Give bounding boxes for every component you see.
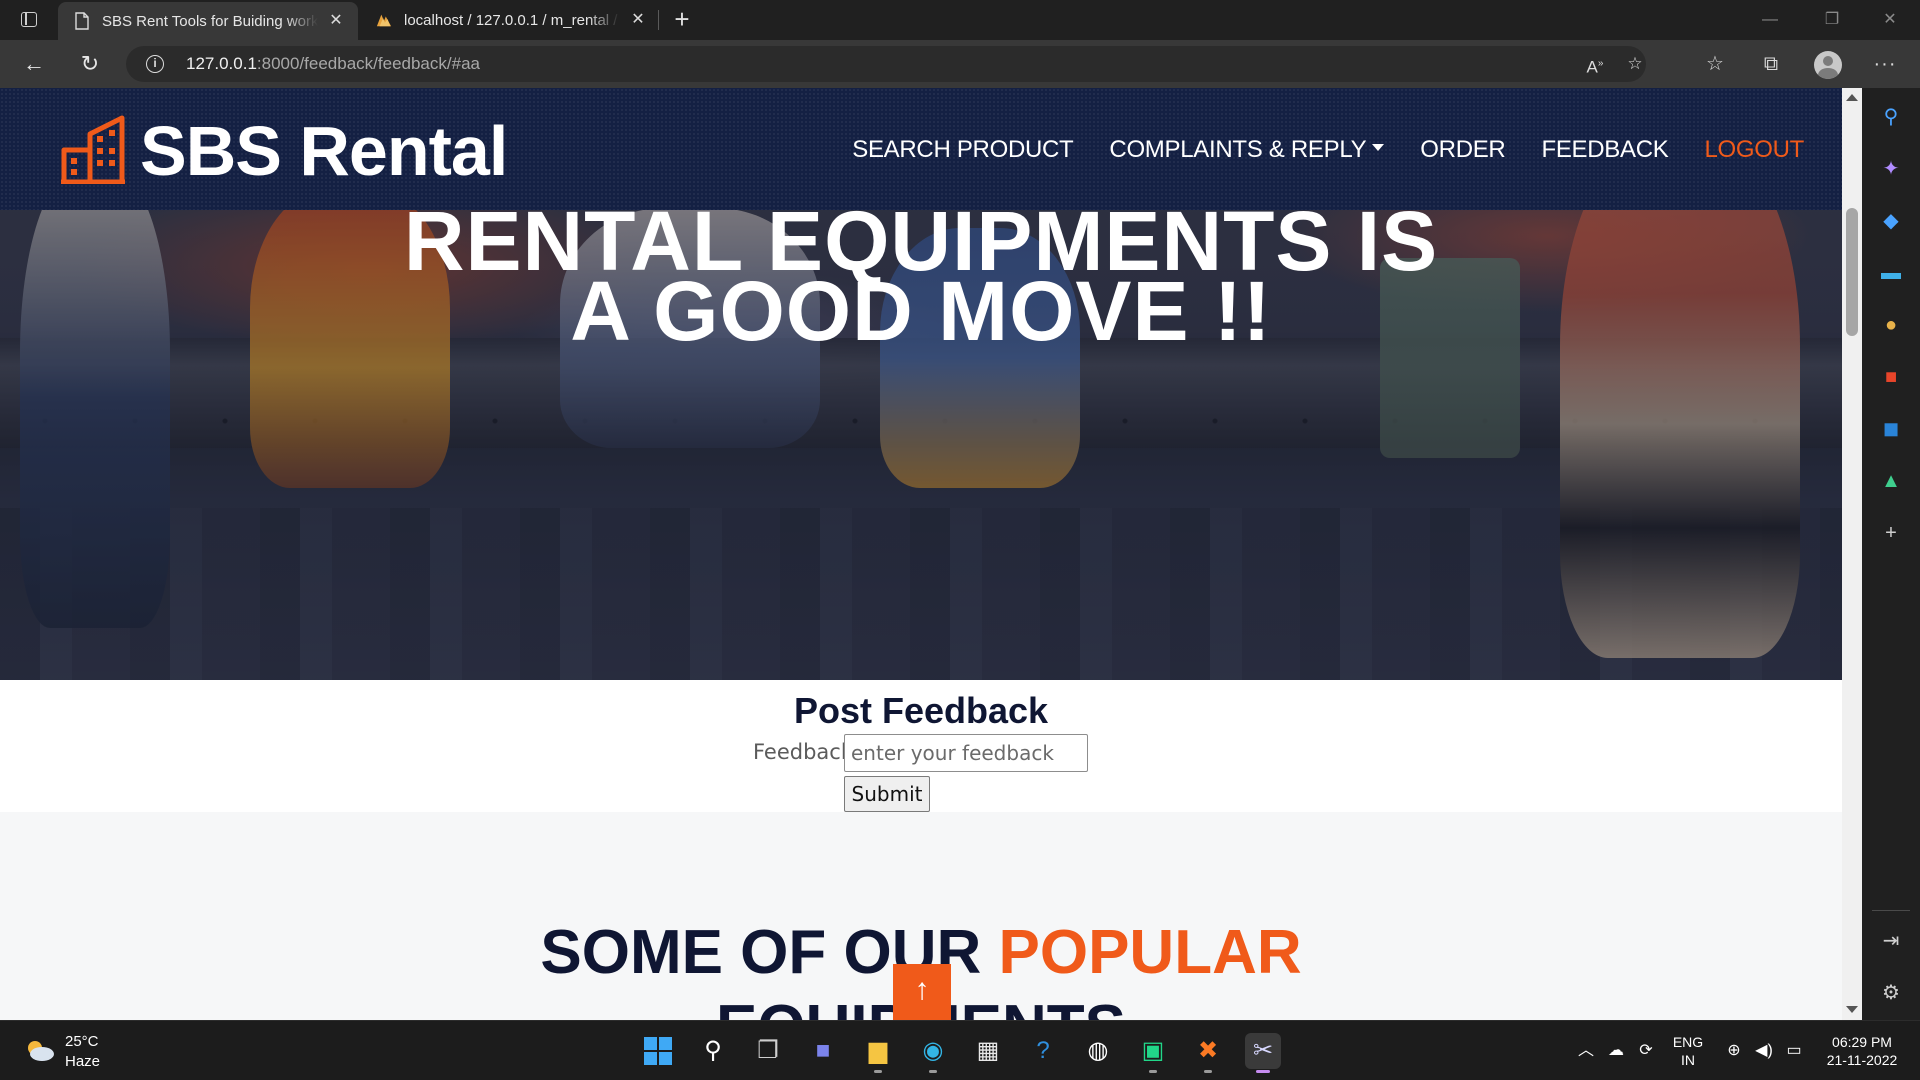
tab-actions-icon[interactable] bbox=[18, 9, 40, 31]
settings-gear-icon[interactable]: ⚙ bbox=[1876, 978, 1906, 1008]
tools-briefcase-icon[interactable]: ▬ bbox=[1876, 258, 1906, 288]
back-to-top-button[interactable]: ↑ bbox=[893, 964, 951, 1020]
close-tab-icon[interactable]: ✕ bbox=[324, 9, 348, 33]
add-icon[interactable]: + bbox=[1876, 518, 1906, 548]
close-tab-icon[interactable]: ✕ bbox=[626, 8, 650, 32]
close-window-icon[interactable]: ✕ bbox=[1870, 6, 1910, 34]
submit-button[interactable]: Submit bbox=[844, 776, 930, 812]
pycharm-icon[interactable]: ▣ bbox=[1135, 1033, 1171, 1073]
nav-order[interactable]: ORDER bbox=[1402, 134, 1523, 166]
main-nav: SEARCH PRODUCT COMPLAINTS & REPLY ORDER … bbox=[834, 134, 1822, 166]
site-header: SBS Rental SEARCH PRODUCT COMPLAINTS & R… bbox=[0, 88, 1842, 210]
minimize-icon[interactable]: — bbox=[1750, 6, 1790, 34]
network-globe-icon[interactable]: ⊕ bbox=[1722, 1039, 1746, 1063]
building-logo-icon bbox=[61, 115, 125, 184]
windows-start-icon[interactable] bbox=[640, 1033, 676, 1069]
weather-description[interactable]: Haze bbox=[65, 1053, 100, 1070]
github-icon[interactable]: ◍ bbox=[1080, 1033, 1116, 1069]
task-view-icon[interactable]: ❐ bbox=[750, 1033, 786, 1069]
shopping-tag-icon[interactable]: ◆ bbox=[1876, 206, 1906, 236]
language-region[interactable]: IN bbox=[1668, 1051, 1708, 1069]
nav-feedback[interactable]: FEEDBACK bbox=[1523, 134, 1686, 166]
file-explorer-icon[interactable]: ▆ bbox=[860, 1033, 896, 1073]
language-code[interactable]: ENG bbox=[1668, 1033, 1708, 1051]
tab-separator bbox=[658, 10, 659, 30]
games-icon[interactable]: ● bbox=[1876, 310, 1906, 340]
restore-icon[interactable]: ❐ bbox=[1812, 6, 1852, 34]
back-arrow-icon[interactable]: ← bbox=[18, 50, 50, 78]
page-scrollbar[interactable] bbox=[1842, 88, 1862, 1020]
url-text[interactable]: 127.0.0.1:8000/feedback/feedback/#aa bbox=[186, 54, 480, 74]
feedback-title: Post Feedback bbox=[793, 690, 1049, 731]
snipping-tool-icon[interactable]: ✂ bbox=[1245, 1033, 1281, 1073]
running-indicator bbox=[1149, 1070, 1157, 1073]
xampp-icon[interactable]: ✖ bbox=[1190, 1033, 1226, 1073]
collections-icon[interactable]: ⧉ bbox=[1756, 50, 1786, 78]
refresh-icon[interactable]: ↻ bbox=[74, 50, 106, 78]
caret-down-icon bbox=[1372, 144, 1385, 152]
sidebar-divider bbox=[1872, 910, 1910, 911]
phpmyadmin-icon bbox=[376, 14, 392, 27]
brand-name[interactable]: SBS Rental bbox=[140, 112, 508, 190]
weather-haze-icon bbox=[28, 1041, 54, 1061]
copilot-icon[interactable]: ✦ bbox=[1876, 154, 1906, 184]
profile-avatar[interactable] bbox=[1814, 51, 1842, 79]
nav-logout[interactable]: LOGOUT bbox=[1686, 134, 1822, 166]
sync-icon[interactable]: ⟳ bbox=[1634, 1039, 1658, 1063]
battery-icon[interactable]: ▭ bbox=[1782, 1039, 1806, 1063]
edge-sidebar: ⚲ ✦ ◆ ▬ ● ■ ◼ ▲ + ⇥ ⚙ bbox=[1862, 88, 1920, 1020]
favorites-icon[interactable]: ☆ bbox=[1700, 50, 1730, 78]
feedback-label: Feedback bbox=[753, 740, 854, 764]
scroll-down-arrow-icon[interactable] bbox=[1846, 1006, 1858, 1013]
more-menu-icon[interactable]: ··· bbox=[1870, 50, 1900, 78]
feedback-input[interactable] bbox=[844, 734, 1088, 772]
tree-icon[interactable]: ▲ bbox=[1876, 466, 1906, 496]
running-indicator bbox=[1256, 1070, 1270, 1073]
tab-strip: SBS Rent Tools for Buiding works ✕ local… bbox=[0, 0, 1920, 40]
running-indicator bbox=[1204, 1070, 1212, 1073]
page-icon bbox=[75, 12, 89, 30]
read-aloud-icon[interactable]: A» bbox=[1582, 52, 1608, 77]
popular-heading-accent: POPULAR bbox=[998, 918, 1302, 987]
tab-phpmyadmin[interactable]: localhost / 127.0.0.1 / m_rental / ✕ bbox=[360, 0, 660, 40]
tab-sbs-rent[interactable]: SBS Rent Tools for Buiding works ✕ bbox=[58, 2, 358, 40]
nav-complaints-dropdown[interactable]: COMPLAINTS & REPLY bbox=[1091, 134, 1402, 166]
nav-search-product[interactable]: SEARCH PRODUCT bbox=[834, 134, 1091, 166]
search-icon[interactable]: ⚲ bbox=[695, 1033, 731, 1069]
address-bar[interactable]: i 127.0.0.1:8000/feedback/feedback/#aa A… bbox=[126, 46, 1646, 82]
outlook-icon[interactable]: ◼ bbox=[1876, 414, 1906, 444]
page-viewport: RENTAL EQUIPMENTS IS A GOOD MOVE !! SBS … bbox=[0, 88, 1842, 1020]
tab-title: localhost / 127.0.0.1 / m_rental / bbox=[404, 11, 618, 29]
edge-browser-icon[interactable]: ◉ bbox=[915, 1033, 951, 1073]
feedback-section: Post Feedback Feedback Submit bbox=[0, 680, 1842, 812]
help-icon[interactable]: ? bbox=[1025, 1033, 1061, 1069]
volume-icon[interactable]: ◀) bbox=[1752, 1039, 1776, 1063]
browser-toolbar: ← ↻ i 127.0.0.1:8000/feedback/feedback/#… bbox=[0, 40, 1920, 88]
running-indicator bbox=[874, 1070, 882, 1073]
add-favorite-icon[interactable]: ☆ bbox=[1622, 52, 1648, 76]
search-icon[interactable]: ⚲ bbox=[1876, 102, 1906, 132]
teams-chat-icon[interactable]: ■ bbox=[805, 1033, 841, 1069]
clock-date[interactable]: 21-11-2022 bbox=[1818, 1051, 1906, 1069]
clock-time[interactable]: 06:29 PM bbox=[1818, 1033, 1906, 1051]
tab-title: SBS Rent Tools for Buiding works bbox=[102, 12, 318, 30]
microsoft-store-icon[interactable]: ▦ bbox=[970, 1033, 1006, 1069]
taskbar: 25°C Haze ⚲ ❐ ■ ▆ ◉ ▦ ? ◍ ▣ ✖ ✂ ︿ ☁ ⟳ EN… bbox=[0, 1020, 1920, 1080]
office-icon[interactable]: ■ bbox=[1876, 362, 1906, 392]
scroll-thumb[interactable] bbox=[1846, 208, 1858, 336]
hero-heading-line2: A GOOD MOVE !! bbox=[570, 264, 1272, 358]
running-indicator bbox=[929, 1070, 937, 1073]
onedrive-cloud-icon[interactable]: ☁ bbox=[1604, 1039, 1628, 1063]
new-tab-button[interactable]: + bbox=[668, 6, 696, 34]
weather-temperature[interactable]: 25°C bbox=[65, 1033, 99, 1050]
site-info-icon[interactable]: i bbox=[146, 55, 164, 73]
nav-complaints-label: COMPLAINTS & REPLY bbox=[1109, 136, 1367, 163]
show-hidden-icons-chevron-icon[interactable]: ︿ bbox=[1574, 1039, 1598, 1063]
scroll-up-arrow-icon[interactable] bbox=[1846, 94, 1858, 101]
sidebar-collapse-icon[interactable]: ⇥ bbox=[1876, 926, 1906, 956]
